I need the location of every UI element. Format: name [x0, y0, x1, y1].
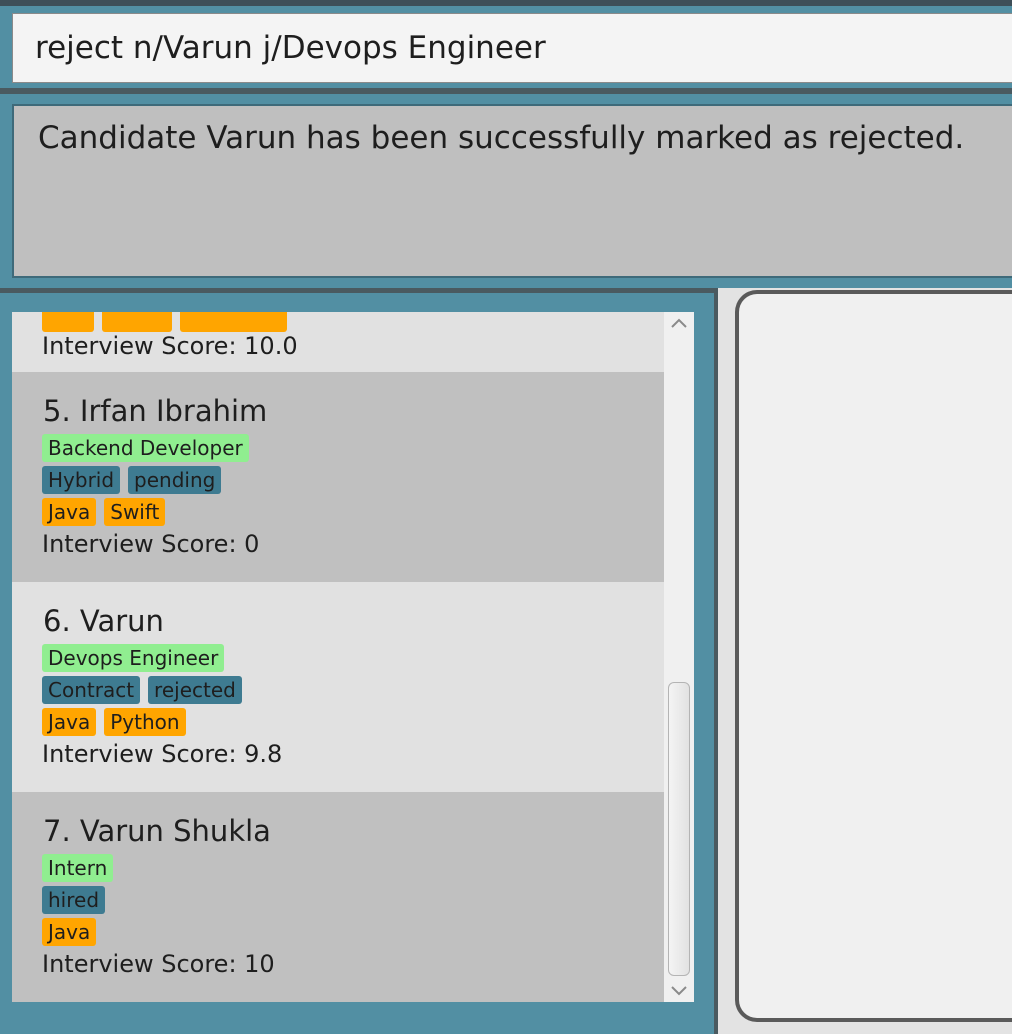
detail-panel [718, 288, 1012, 1034]
list-item[interactable]: 5. Irfan Ibrahim Backend Developer Hybri… [12, 372, 664, 582]
status-tag: Hybrid [42, 466, 121, 494]
scrollbar-thumb[interactable] [668, 682, 690, 976]
skill-tag [102, 312, 172, 332]
result-display-panel: Candidate Varun has been successfully ma… [0, 88, 1012, 284]
role-tag: Backend Developer [42, 434, 249, 462]
candidate-name: 5. Irfan Ibrahim [43, 394, 268, 428]
partial-tag-row [42, 312, 287, 332]
candidate-name: 7. Varun Shukla [43, 814, 271, 848]
skill-tag [180, 312, 287, 332]
skill-tag: Python [104, 708, 186, 736]
candidate-name: 6. Varun [43, 604, 164, 638]
command-box-panel: reject n/Varun j/Devops Engineer [0, 0, 1012, 88]
list-scrollbar[interactable] [664, 312, 694, 1002]
status-tag: rejected [148, 676, 242, 704]
status-tag: pending [128, 466, 222, 494]
status-tag: Contract [42, 676, 141, 704]
interview-score: Interview Score: 9.8 [42, 740, 283, 768]
list-item[interactable]: Interview Score: 10.0 [12, 312, 664, 372]
role-tag: Intern [42, 854, 114, 882]
skill-tag: Swift [104, 498, 166, 526]
skill-tag [42, 312, 94, 332]
status-tag: hired [42, 886, 106, 914]
list-item[interactable]: 7. Varun Shukla Intern hired Java Interv… [12, 792, 664, 1002]
list-item[interactable]: 6. Varun Devops Engineer Contract reject… [12, 582, 664, 792]
candidate-list[interactable]: Interview Score: 10.0 5. Irfan Ibrahim B… [12, 312, 664, 1002]
chevron-up-icon[interactable] [664, 312, 694, 334]
interview-score: Interview Score: 10 [42, 950, 275, 978]
interview-score: Interview Score: 10.0 [42, 332, 298, 360]
skill-tag: Java [42, 498, 97, 526]
candidate-list-panel: Interview Score: 10.0 5. Irfan Ibrahim B… [0, 288, 718, 1034]
detail-view [735, 290, 1012, 1022]
interview-score: Interview Score: 0 [42, 530, 260, 558]
skill-tag: Java [42, 918, 97, 946]
command-input[interactable]: reject n/Varun j/Devops Engineer [12, 13, 1012, 83]
role-tag: Devops Engineer [42, 644, 225, 672]
result-message: Candidate Varun has been successfully ma… [12, 104, 1012, 278]
chevron-down-icon[interactable] [664, 980, 694, 1002]
skill-tag: Java [42, 708, 97, 736]
